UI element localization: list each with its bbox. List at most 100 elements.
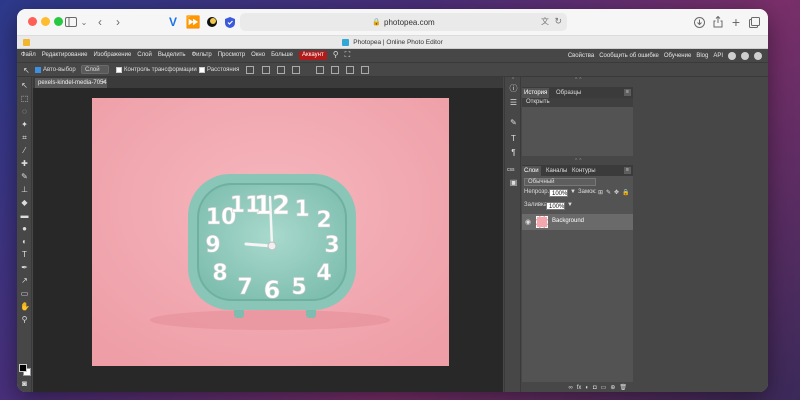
layers-panel-menu-icon[interactable]: ≡ — [624, 167, 631, 174]
chevron-down-icon[interactable]: ⌄ — [80, 14, 88, 30]
info-icon[interactable]: ⓘ — [508, 83, 519, 94]
menu-view[interactable]: Просмотр — [218, 52, 245, 60]
align-left-icon[interactable] — [316, 66, 324, 74]
menu-properties[interactable]: Свойства — [568, 53, 594, 59]
hand-tool-icon[interactable]: ✋ — [20, 302, 30, 311]
brush-tool-icon[interactable]: ✎ — [20, 172, 29, 181]
lock-position-icon[interactable]: ✥ — [614, 189, 619, 196]
image-panel-icon[interactable]: ▣ — [508, 177, 519, 188]
pen-tool-icon[interactable]: ✒ — [20, 263, 29, 272]
share-icon[interactable] — [712, 14, 724, 30]
forward-icon[interactable]: › — [113, 14, 123, 30]
menu-filter[interactable]: Фильтр — [192, 52, 212, 60]
fill-input[interactable]: 100% — [546, 202, 565, 210]
menu-select[interactable]: Выделить — [158, 52, 186, 60]
layer-row[interactable]: ◉ Background — [522, 214, 633, 230]
path-select-tool-icon[interactable]: ↗ — [20, 276, 29, 285]
lock-transparency-icon[interactable]: ⊞ — [598, 189, 603, 196]
collapse-panels-icon[interactable]: ⌃⌃ — [574, 77, 582, 83]
zoom-window-button[interactable] — [54, 17, 63, 26]
close-window-button[interactable] — [28, 17, 37, 26]
align-download-icon[interactable] — [246, 66, 254, 74]
menu-report-bug[interactable]: Сообщить об ошибке — [599, 53, 659, 59]
address-bar[interactable]: 🔒 photopea.com 文 ↻ — [240, 13, 567, 31]
download-icon[interactable] — [693, 14, 705, 30]
align-right-icon[interactable] — [346, 66, 354, 74]
new-layer-icon[interactable]: ⊕ — [610, 384, 615, 391]
align-top-icon[interactable] — [262, 66, 270, 74]
collapse-layers-icon[interactable]: ⌃⌃ — [574, 158, 582, 164]
brush-settings-icon[interactable]: ✎ — [508, 117, 519, 128]
lock-pixels-icon[interactable]: ✎ — [606, 189, 611, 196]
delete-layer-icon[interactable]: 🗑 — [619, 384, 627, 391]
fill-dropdown-arrow[interactable]: ▼ — [567, 202, 573, 208]
foreground-color-swatch[interactable] — [19, 364, 27, 372]
blend-mode-dropdown[interactable]: Обычный — [524, 178, 596, 186]
auto-select-checkbox[interactable] — [35, 67, 41, 73]
browser-tab[interactable]: Photopea | Online Photo Editor — [17, 35, 768, 49]
css-panel-icon[interactable]: css — [507, 167, 515, 173]
close-document-icon[interactable]: × — [101, 78, 105, 88]
document-tab[interactable]: pexels-kindel-media-7054 × — [35, 78, 107, 88]
tab-channels[interactable]: Каналы — [544, 166, 569, 176]
canvas-area[interactable]: 12 1 2 3 4 5 6 7 8 9 10 11 — [33, 88, 503, 392]
extension-moon-icon[interactable] — [206, 14, 218, 30]
healing-tool-icon[interactable]: ✚ — [20, 159, 29, 168]
lasso-tool-icon[interactable]: ◌ — [20, 107, 29, 116]
reddit-icon[interactable] — [728, 52, 736, 60]
tab-history[interactable]: История — [522, 88, 550, 98]
opacity-input[interactable]: 100% — [549, 189, 568, 197]
reload-icon[interactable]: ↻ — [554, 16, 562, 27]
fullscreen-icon[interactable]: ⛶ — [345, 50, 351, 60]
align-middle-icon[interactable] — [277, 66, 285, 74]
back-icon[interactable]: ‹ — [95, 14, 105, 30]
link-layers-icon[interactable]: ∞ — [568, 385, 572, 391]
magic-wand-tool-icon[interactable]: ✦ — [20, 120, 29, 129]
paragraph-icon[interactable]: ¶ — [508, 147, 519, 158]
menu-more[interactable]: Больше — [271, 52, 293, 60]
blur-tool-icon[interactable]: ● — [20, 224, 29, 233]
character-icon[interactable]: T — [508, 133, 519, 144]
shape-tool-icon[interactable]: ▭ — [20, 289, 29, 298]
lock-all-icon[interactable]: 🔒 — [622, 189, 629, 196]
new-group-icon[interactable]: ▭ — [601, 384, 607, 391]
crop-tool-icon[interactable]: ⌗ — [20, 133, 29, 142]
menu-image[interactable]: Изображение — [93, 52, 131, 60]
clone-stamp-tool-icon[interactable]: ⊥ — [20, 185, 29, 194]
history-entry[interactable]: Открыть — [522, 98, 633, 107]
menu-edit[interactable]: Редактирование — [42, 52, 88, 60]
adjustment-layer-icon[interactable]: ◐ — [585, 385, 589, 391]
tab-swatches[interactable]: Образцы — [554, 88, 583, 98]
tabs-overview-icon[interactable] — [748, 14, 760, 30]
auto-select-target-dropdown[interactable]: Слой — [81, 65, 109, 74]
extension-v-icon[interactable]: V — [167, 14, 179, 30]
zoom-tool-icon[interactable]: ⚲ — [20, 315, 29, 324]
transform-controls-checkbox[interactable] — [116, 67, 122, 73]
new-tab-icon[interactable]: + — [730, 14, 742, 30]
layer-effects-icon[interactable]: fx — [577, 385, 582, 391]
move-tool-icon[interactable]: ↖ — [20, 81, 29, 90]
canvas-image[interactable]: 12 1 2 3 4 5 6 7 8 9 10 11 — [92, 98, 449, 366]
eye-icon[interactable]: ◉ — [525, 218, 531, 226]
menu-api[interactable]: API — [713, 53, 723, 59]
shield-icon[interactable] — [224, 14, 236, 30]
type-tool-icon[interactable]: T — [20, 250, 29, 259]
gradient-tool-icon[interactable]: ▬ — [20, 211, 29, 220]
pinned-tab-icon[interactable] — [23, 39, 30, 46]
menu-layer[interactable]: Слой — [137, 52, 152, 60]
distribute-icon[interactable] — [361, 66, 369, 74]
distances-checkbox[interactable] — [199, 67, 205, 73]
account-button[interactable]: Аккаунт — [299, 51, 327, 60]
twitter-icon[interactable] — [741, 52, 749, 60]
menu-file[interactable]: Файл — [21, 52, 36, 60]
menu-window[interactable]: Окно — [251, 52, 265, 60]
opacity-dropdown-arrow[interactable]: ▼ — [570, 189, 576, 195]
layer-mask-icon[interactable]: ◘ — [593, 385, 597, 391]
eraser-tool-icon[interactable]: ◆ — [20, 198, 29, 207]
translate-icon[interactable]: 文 — [541, 16, 549, 27]
align-center-icon[interactable] — [331, 66, 339, 74]
history-panel-menu-icon[interactable]: ≡ — [624, 89, 631, 96]
marquee-tool-icon[interactable]: ⬚ — [20, 94, 29, 103]
menu-learn[interactable]: Обучение — [664, 53, 691, 59]
dodge-tool-icon[interactable]: ◐ — [20, 237, 29, 246]
